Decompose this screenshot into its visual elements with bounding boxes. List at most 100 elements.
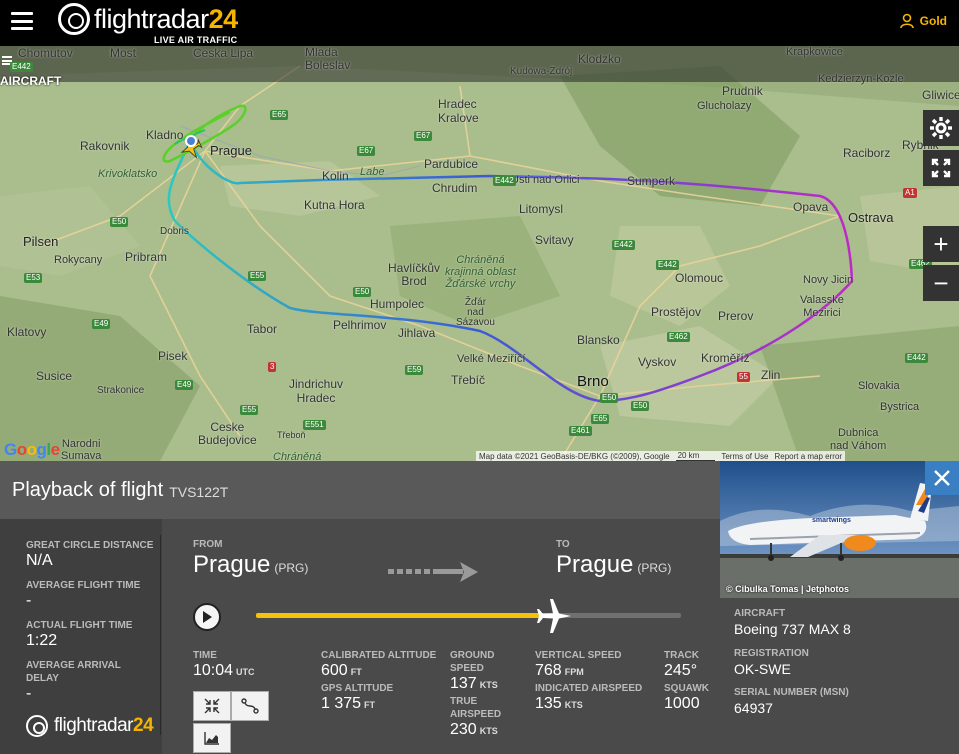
true-airspeed-label: TRUE AIRSPEED (450, 696, 502, 720)
map-label: Svitavy (535, 233, 574, 247)
footer-logo: flightradar24 (26, 715, 154, 737)
user-account-button[interactable]: Gold (899, 13, 947, 29)
map-label: Dobris (160, 226, 189, 237)
to-label: TO (556, 539, 570, 550)
map-label: Pilsen (23, 234, 59, 249)
to-city: Prague (556, 551, 634, 578)
map-label: Hradec Kralove (438, 97, 479, 125)
logo-number: 24 (208, 4, 239, 34)
road-shield: E53 (24, 273, 43, 283)
indicated-airspeed-unit: KTS (564, 700, 583, 710)
scale-label: 20 km (675, 451, 716, 461)
map-label: Klodzko (578, 52, 621, 66)
attribution-text: Map data ©2021 GeoBasis-DE/BKG (©2009), … (479, 451, 670, 461)
serial-number-label: SERIAL NUMBER (MSN) (734, 687, 849, 698)
road-shield: E65 (591, 414, 610, 424)
map-label: Žďár nad Sázavou (456, 297, 495, 328)
map-label: Narodni Sumava (61, 438, 102, 462)
terms-link[interactable]: Terms of Use (721, 452, 768, 461)
map-label: Slovakia (858, 380, 900, 392)
footer-logo-number: 24 (133, 715, 154, 736)
svg-text:smartwings: smartwings (812, 517, 851, 524)
playback-progress-fill (256, 613, 554, 618)
vertical-speed-label: VERTICAL SPEED (535, 650, 622, 661)
logo-text: flightradar (94, 4, 209, 34)
playback-panel: Playback of flight TVS122T GREAT CIRCLE … (0, 461, 720, 754)
map-attribution: Map data ©2021 GeoBasis-DE/BKG (©2009), … (476, 451, 846, 461)
map-label: Ceska Lipa (193, 46, 254, 60)
map-label: Kroměříž (701, 351, 750, 365)
close-icon[interactable] (925, 461, 959, 495)
true-airspeed-value: 230 (450, 721, 477, 738)
indicated-airspeed-value: 135 (535, 695, 562, 712)
fullscreen-icon[interactable] (923, 150, 959, 186)
calibrated-altitude-label: CALIBRATED ALTITUDE (321, 650, 437, 661)
squawk-label: SQUAWK (664, 683, 709, 694)
map-label: Tabor (247, 322, 278, 336)
from-code: (PRG) (274, 561, 309, 575)
playback-scrubber[interactable] (256, 613, 681, 618)
center-map-button[interactable] (193, 691, 231, 721)
map-label: Prostějov (651, 305, 702, 319)
map-label: Labe (360, 166, 385, 178)
map-label: Blansko (577, 333, 620, 347)
playback-title: Playback of flight (12, 478, 164, 501)
radar-logo-icon (26, 715, 48, 737)
zoom-out-icon[interactable]: − (923, 265, 959, 301)
map-label: Chrudim (432, 181, 478, 195)
report-link[interactable]: Report a map error (774, 452, 842, 461)
map-label: Valasske Mezirici (800, 294, 844, 319)
map-label: Sumperk (627, 174, 676, 188)
zoom-in-icon[interactable]: + (923, 226, 959, 262)
aircraft-photo[interactable]: smartwings (720, 461, 959, 598)
graph-button[interactable] (193, 723, 231, 753)
map-label: Bystrica (880, 401, 920, 413)
flightradar-logo[interactable]: flightradar24 LIVE AIR TRAFFIC (58, 3, 239, 45)
map-label: Prerov (718, 309, 754, 323)
scrubber-plane-icon[interactable] (534, 596, 574, 636)
user-tier-label: Gold (919, 14, 947, 28)
map-label: Pelhrimov (333, 318, 387, 332)
settings-gear-icon[interactable] (923, 110, 959, 146)
actual-flight-time-value: 1:22 (26, 632, 58, 649)
map-label: Krivoklatsko (98, 168, 158, 180)
map-label: Opava (793, 200, 829, 214)
map-label: Litomysl (519, 202, 564, 216)
map-label: Dubnica nad Váhom (830, 427, 887, 452)
road-shield: E442 (493, 176, 516, 186)
map-label: Olomouc (675, 271, 724, 285)
play-icon (203, 611, 212, 623)
serial-number-value: 64937 (734, 700, 773, 716)
map-label: Klatovy (7, 325, 47, 339)
top-bar: flightradar24 LIVE AIR TRAFFIC Gold (0, 0, 959, 46)
road-shield: 55 (737, 372, 750, 382)
track-label: TRACK (664, 650, 699, 661)
great-circle-label: GREAT CIRCLE DISTANCE (26, 540, 154, 551)
main-menu-icon[interactable] (11, 12, 33, 30)
map-label: Krapkowice (786, 46, 843, 58)
road-shield: E551 (303, 420, 326, 430)
airport-marker-icon (185, 135, 197, 147)
aircraft-type-value: Boeing 737 MAX 8 (734, 621, 851, 637)
map-label: Vyskov (638, 355, 677, 369)
map-label: Novy Jicin (803, 274, 854, 286)
calibrated-altitude-unit: FT (350, 667, 362, 677)
road-shield: E55 (248, 271, 267, 281)
map-label: Kedzierzyn-Kozle (818, 73, 904, 85)
map-label: Rokycany (54, 254, 103, 266)
play-button[interactable] (193, 603, 221, 631)
road-shield: E50 (600, 393, 619, 403)
aircraft-tab[interactable]: AIRCRAFT (0, 74, 61, 88)
route-toggle-button[interactable] (231, 691, 269, 721)
flight-callsign: TVS122T (169, 484, 229, 500)
map-label: Most (110, 46, 137, 60)
divider (160, 535, 161, 735)
route-arrow-icon (388, 562, 478, 582)
from-city: Prague (193, 551, 271, 578)
chart-icon (204, 732, 219, 745)
ground-speed-value: 137 (450, 675, 477, 692)
road-shield: E67 (357, 146, 376, 156)
map-label: Glucholazy (697, 100, 752, 112)
time-value: 10:04 (193, 662, 234, 679)
map-label: Jihlava (398, 326, 436, 340)
